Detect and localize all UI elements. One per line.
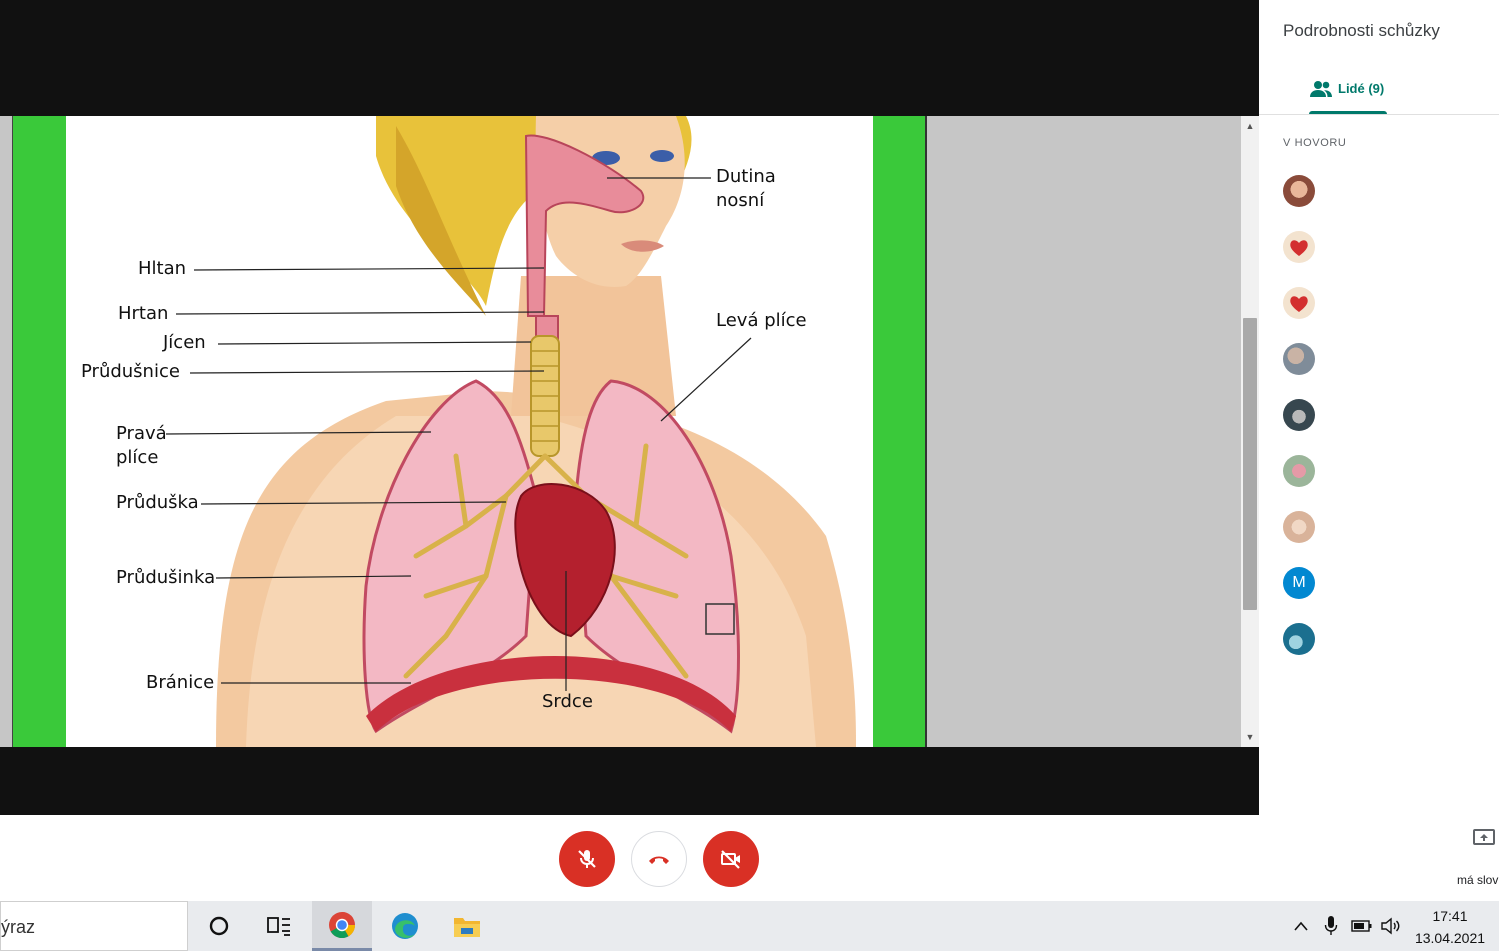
chrome-icon <box>329 911 356 938</box>
taskbar-clock[interactable]: 17:41 13.04.2021 <box>1404 905 1496 949</box>
meeting-details-panel: Podrobnosti schůzky Lidé (9) V HOVORU M <box>1259 0 1499 815</box>
clock-date: 13.04.2021 <box>1414 930 1486 946</box>
task-view-icon <box>267 917 290 936</box>
task-view-button[interactable] <box>249 901 309 951</box>
present-screen-icon[interactable] <box>1472 828 1496 848</box>
hang-up-icon <box>649 856 669 864</box>
label-prava-plice-line2: plíce <box>116 447 159 468</box>
taskbar-search-box[interactable]: ýraz <box>0 901 188 951</box>
participant-avatar[interactable] <box>1283 175 1315 207</box>
heart-icon <box>1290 296 1308 312</box>
label-dutina-nosni-line1: Dutina <box>716 166 776 187</box>
windows-taskbar: ýraz 17:41 13.04.2021 <box>0 901 1499 951</box>
participant-avatar[interactable] <box>1283 231 1315 263</box>
label-prava-plice-line1: Pravá <box>116 423 167 444</box>
camera-off-icon <box>721 850 740 869</box>
chrome-taskbar-button[interactable] <box>312 901 372 951</box>
participant-list: M <box>1283 175 1315 679</box>
label-dutina-nosni-line2: nosní <box>716 190 765 211</box>
panel-divider <box>1259 114 1499 115</box>
video-stage: Dutina nosní Hltan Hrtan Jícen Průdušnic… <box>0 0 1259 815</box>
participant-avatar[interactable] <box>1283 511 1315 543</box>
panel-title: Podrobnosti schůzky <box>1283 21 1440 40</box>
battery-icon <box>1351 920 1372 932</box>
file-explorer-taskbar-button[interactable] <box>437 901 497 951</box>
clock-time: 17:41 <box>1432 908 1468 924</box>
chevron-up-icon <box>1294 921 1308 931</box>
label-leva-plice: Levá plíce <box>716 310 807 331</box>
participant-avatar[interactable] <box>1283 455 1315 487</box>
participant-avatar[interactable] <box>1283 343 1315 375</box>
edge-icon <box>392 913 418 939</box>
slide-content: Dutina nosní Hltan Hrtan Jícen Průdušnic… <box>66 116 873 747</box>
label-jicen: Jícen <box>163 332 206 353</box>
present-label: má slov <box>1457 873 1499 887</box>
heart-icon <box>1290 240 1308 256</box>
scroll-thumb[interactable] <box>1243 318 1257 610</box>
in-call-section-label: V HOVORU <box>1283 137 1347 149</box>
participant-avatar[interactable] <box>1283 399 1315 431</box>
cortana-button[interactable] <box>189 901 249 951</box>
taskbar-search-text: ýraz <box>1 917 36 937</box>
share-left-edge <box>0 116 13 747</box>
battery-tray-button[interactable] <box>1348 901 1376 951</box>
label-branice: Bránice <box>146 672 215 693</box>
microphone-icon <box>1324 916 1338 935</box>
speaker-icon <box>1381 917 1400 935</box>
label-prudusinka: Průdušinka <box>116 567 216 588</box>
participant-avatar[interactable] <box>1283 287 1315 319</box>
participant-avatar[interactable] <box>1283 623 1315 655</box>
label-prudusnice: Průdušnice <box>81 361 180 382</box>
edge-taskbar-button[interactable] <box>375 901 435 951</box>
folder-icon <box>454 918 480 937</box>
label-hltan: Hltan <box>138 258 187 279</box>
tab-people-label: Lidé (9) <box>1338 81 1385 96</box>
label-hrtan: Hrtan <box>118 303 169 324</box>
camera-off-button[interactable] <box>703 831 759 887</box>
mic-off-button[interactable] <box>559 831 615 887</box>
screen-share-area: Dutina nosní Hltan Hrtan Jícen Průdušnic… <box>0 116 1259 747</box>
volume-tray-button[interactable] <box>1378 901 1404 951</box>
label-srdce: Srdce <box>542 691 593 712</box>
mic-off-icon <box>578 850 596 868</box>
tab-people[interactable]: Lidé (9) <box>1309 76 1387 114</box>
show-hidden-icons-button[interactable] <box>1288 901 1314 951</box>
label-pruduska: Průduška <box>116 492 199 513</box>
hang-up-button[interactable] <box>631 831 687 887</box>
call-controls-bar: má slov <box>0 815 1499 901</box>
scroll-up-arrow-icon[interactable]: ▲ <box>1241 118 1259 134</box>
presentation-slide: Dutina nosní Hltan Hrtan Jícen Průdušnic… <box>13 116 927 747</box>
cortana-circle-icon <box>209 916 229 936</box>
participant-avatar-letter[interactable]: M <box>1283 567 1315 599</box>
scroll-down-arrow-icon[interactable]: ▼ <box>1241 729 1259 745</box>
people-icon <box>1310 81 1332 97</box>
share-scrollbar[interactable]: ▲ ▼ <box>1241 116 1259 747</box>
microphone-tray-button[interactable] <box>1318 901 1344 951</box>
